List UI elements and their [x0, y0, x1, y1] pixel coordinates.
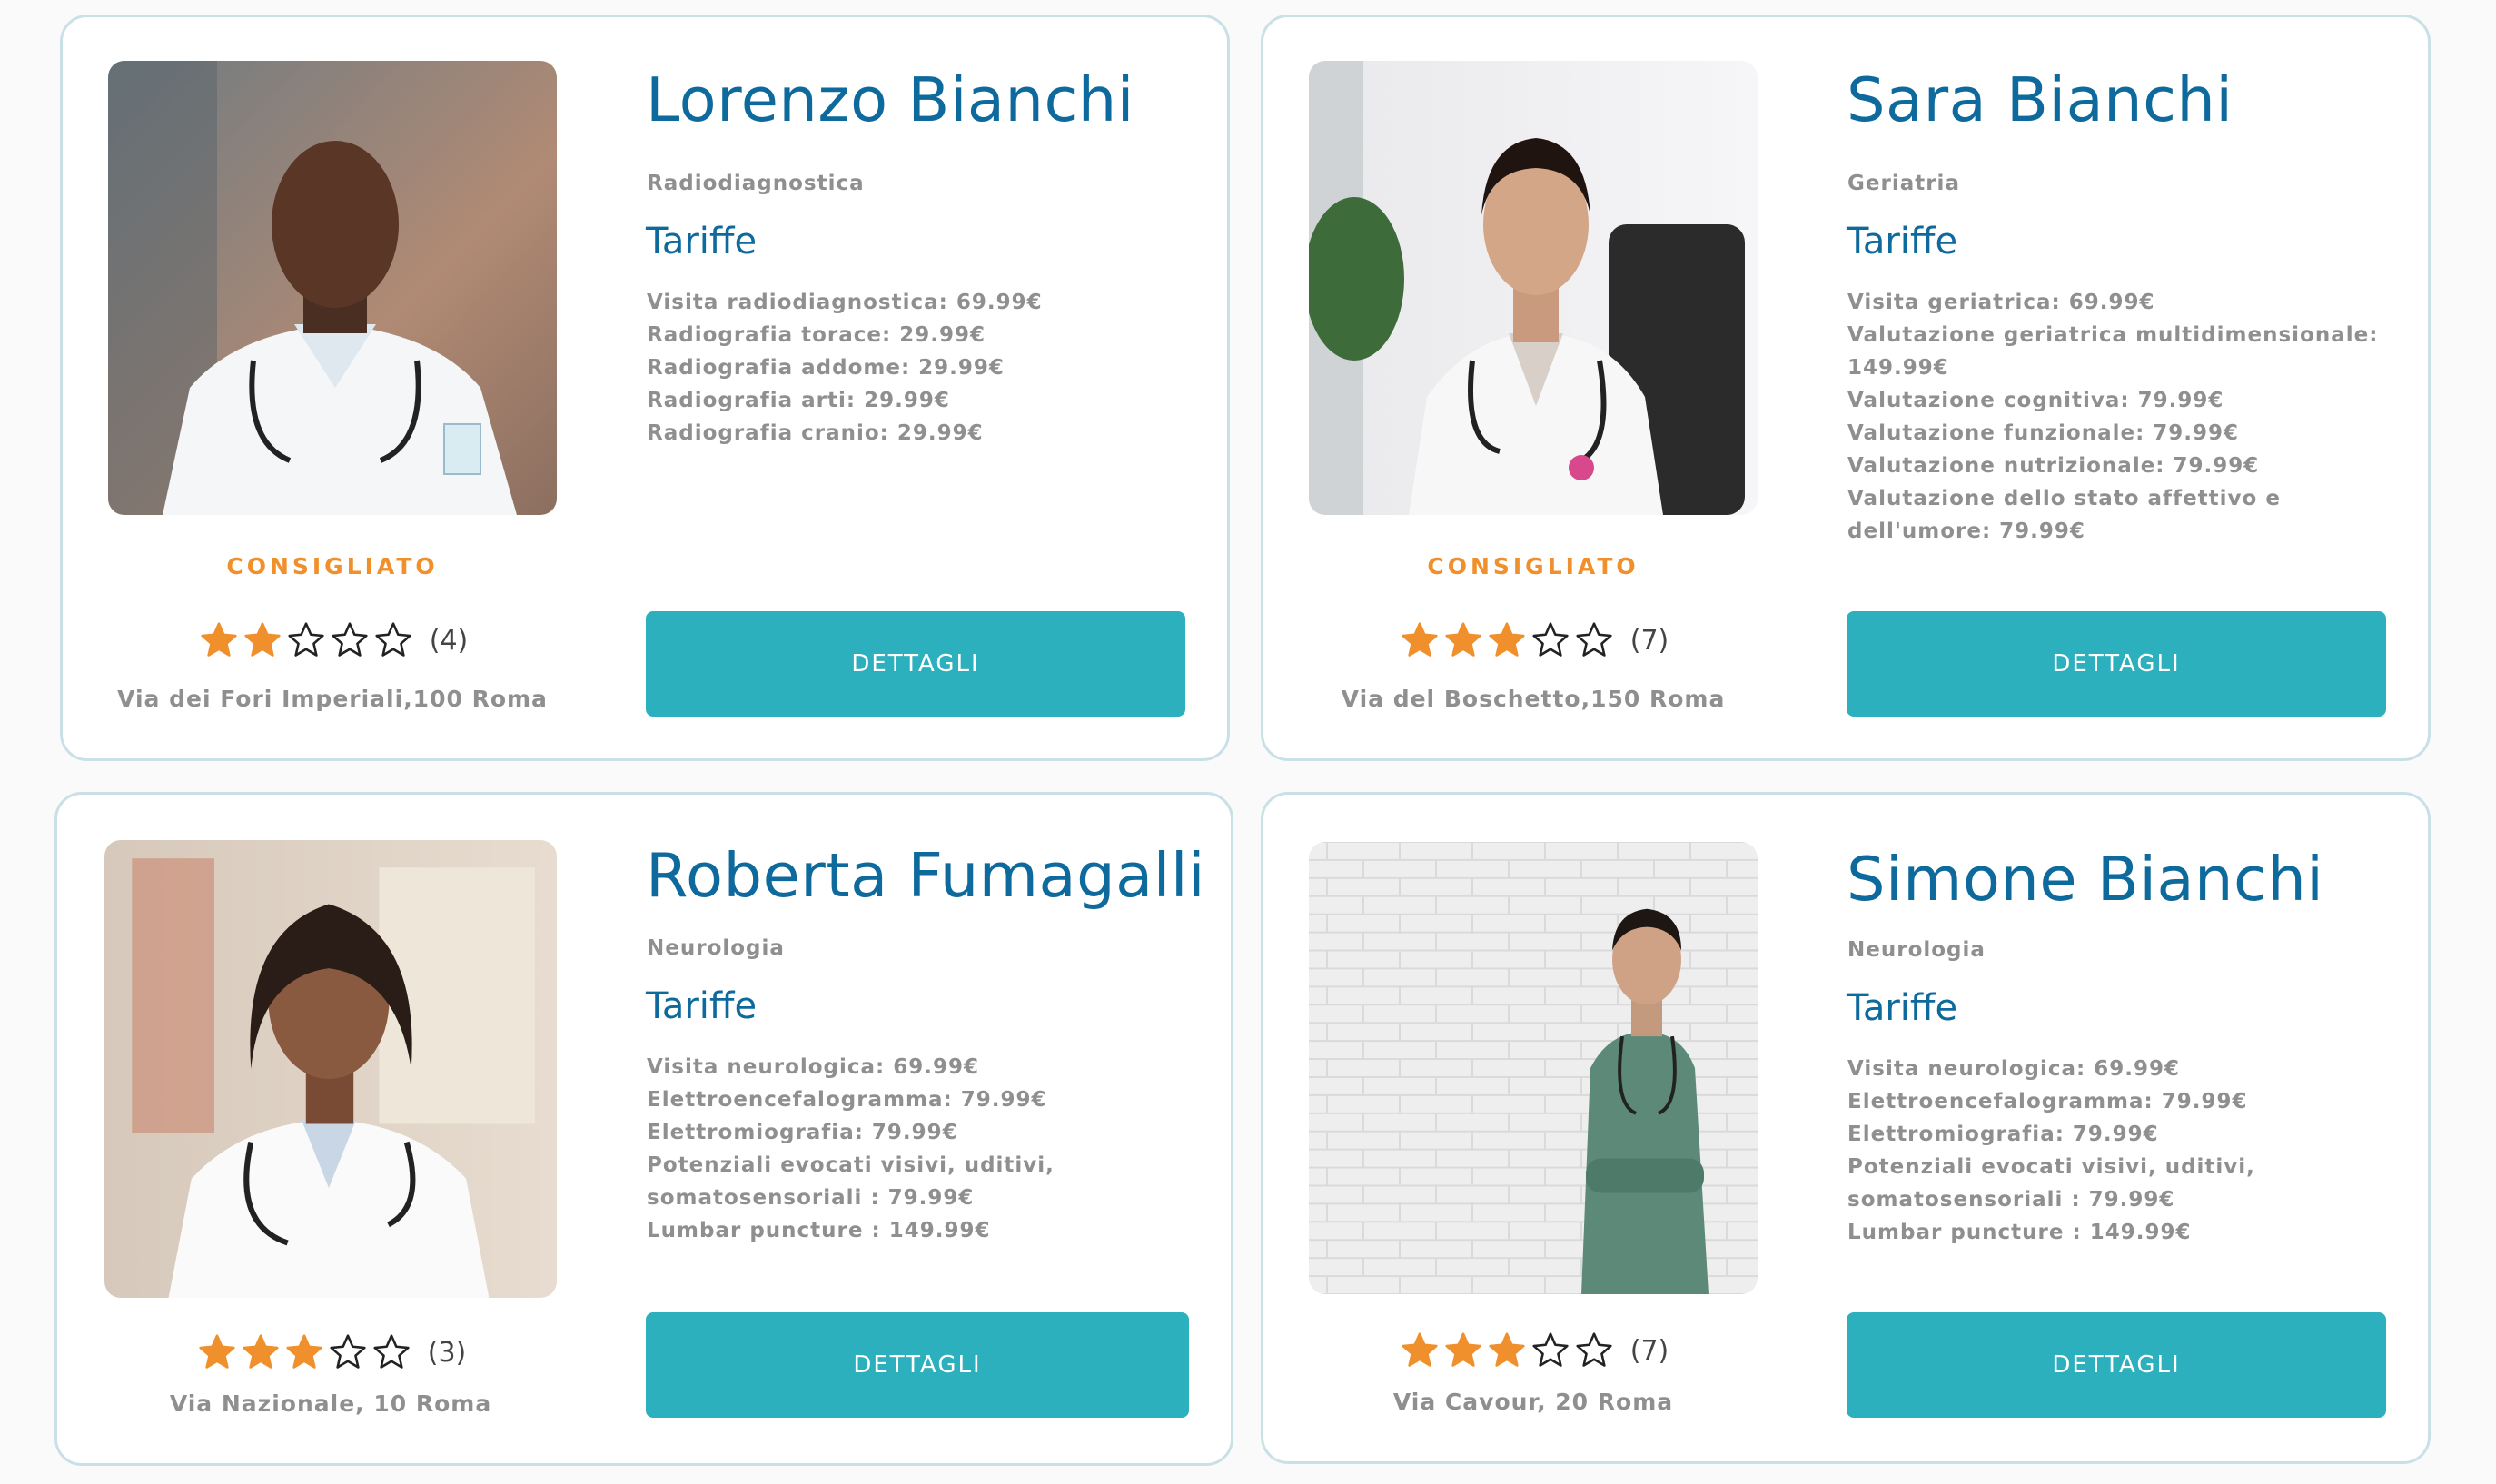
fee-item: Elettroencefalogramma: 79.99€: [1847, 1090, 2248, 1113]
rating-stars: [197, 620, 415, 660]
fee-item: Visita radiodiagnostica: 69.99€: [647, 291, 1043, 314]
fee-list: Visita neurologica: 69.99€ Elettroencefa…: [1847, 1053, 2383, 1249]
details-button[interactable]: DETTAGLI: [646, 611, 1185, 717]
star-filled-icon: [244, 622, 281, 657]
star-filled-icon: [1445, 1332, 1481, 1367]
star-rating: (7): [1309, 620, 1758, 660]
star-filled-icon: [1402, 1332, 1438, 1367]
fee-list: Visita neurologica: 69.99€ Elettroencefa…: [647, 1051, 1183, 1247]
doctor-specialty: Geriatria: [1847, 172, 1960, 195]
fee-list: Visita geriatrica: 69.99€ Valutazione ge…: [1847, 286, 2383, 548]
tariffe-title: Tariffe: [646, 221, 758, 262]
doctor-address: Via dei Fori Imperiali,100 Roma: [117, 686, 548, 712]
fee-item: Elettromiografia: 79.99€: [647, 1121, 958, 1144]
doctor-address: Via del Boschetto,150 Roma: [1341, 686, 1726, 712]
fee-item: Valutazione nutrizionale: 79.99€: [1847, 454, 2260, 478]
doctor-name: Roberta Fumagalli: [646, 840, 1206, 911]
star-outline-icon: [1532, 622, 1569, 657]
star-outline-icon: [1576, 622, 1612, 657]
doctor-card: Sara Bianchi Geriatria Tariffe Visita ge…: [1261, 15, 2431, 761]
fee-item: Radiografia addome: 29.99€: [647, 356, 1005, 380]
fee-item: Potenziali evocati visivi, uditivi, soma…: [1847, 1155, 2255, 1212]
star-outline-icon: [373, 1334, 410, 1369]
review-count: (3): [427, 1336, 467, 1369]
doctor-name: Simone Bianchi: [1847, 844, 2324, 915]
star-outline-icon: [332, 622, 368, 657]
recommended-badge: CONSIGLIATO: [226, 553, 439, 579]
star-filled-icon: [201, 622, 237, 657]
tariffe-title: Tariffe: [1847, 221, 1958, 262]
star-filled-icon: [1489, 622, 1525, 657]
doctor-address: Via Cavour, 20 Roma: [1392, 1389, 1674, 1415]
recommended-badge: CONSIGLIATO: [1427, 553, 1639, 579]
star-filled-icon: [199, 1334, 235, 1369]
fee-item: Elettromiografia: 79.99€: [1847, 1123, 2159, 1146]
rating-stars: [1398, 620, 1616, 660]
details-button[interactable]: DETTAGLI: [1847, 1312, 2386, 1418]
fee-item: Lumbar puncture : 149.99€: [1847, 1221, 2192, 1244]
star-filled-icon: [1402, 622, 1438, 657]
star-outline-icon: [375, 622, 411, 657]
fee-item: Visita neurologica: 69.99€: [647, 1055, 980, 1079]
doctor-photo: [104, 840, 557, 1298]
star-outline-icon: [330, 1334, 366, 1369]
star-filled-icon: [286, 1334, 322, 1369]
star-outline-icon: [1576, 1332, 1612, 1367]
star-filled-icon: [1489, 1332, 1525, 1367]
review-count: (4): [429, 624, 469, 657]
doctor-photo: [1309, 61, 1758, 515]
fee-item: Radiografia cranio: 29.99€: [647, 421, 984, 445]
doctor-address: Via Nazionale, 10 Roma: [169, 1390, 492, 1417]
doctor-specialty: Neurologia: [1847, 938, 1986, 962]
doctor-card: Simone Bianchi Neurologia Tariffe Visita…: [1261, 792, 2431, 1464]
rating-stars: [1398, 1331, 1616, 1370]
star-rating: (4): [108, 620, 557, 660]
star-filled-icon: [1445, 622, 1481, 657]
doctor-card: Roberta Fumagalli Neurologia Tariffe Vis…: [54, 792, 1233, 1466]
details-button[interactable]: DETTAGLI: [1847, 611, 2386, 717]
tariffe-title: Tariffe: [646, 985, 758, 1027]
fee-item: Lumbar puncture : 149.99€: [647, 1219, 991, 1242]
fee-item: Valutazione dello stato affettivo e dell…: [1847, 487, 2281, 543]
details-button[interactable]: DETTAGLI: [646, 1312, 1189, 1418]
doctor-name: Sara Bianchi: [1847, 64, 2234, 135]
fee-item: Valutazione funzionale: 79.99€: [1847, 421, 2240, 445]
star-outline-icon: [1532, 1332, 1569, 1367]
fee-item: Radiografia arti: 29.99€: [647, 389, 950, 412]
star-rating: (7): [1309, 1331, 1758, 1370]
doctor-specialty: Neurologia: [647, 936, 785, 960]
fee-item: Visita geriatrica: 69.99€: [1847, 291, 2155, 314]
star-outline-icon: [288, 622, 324, 657]
review-count: (7): [1629, 624, 1669, 657]
fee-item: Radiografia torace: 29.99€: [647, 323, 986, 347]
star-rating: (3): [104, 1332, 557, 1372]
doctor-specialty: Radiodiagnostica: [647, 172, 865, 195]
fee-item: Valutazione geriatrica multidimensionale…: [1847, 323, 2379, 380]
fee-item: Elettroencefalogramma: 79.99€: [647, 1088, 1047, 1112]
doctor-photo: [108, 61, 557, 515]
rating-stars: [195, 1332, 413, 1372]
fee-item: Visita neurologica: 69.99€: [1847, 1057, 2181, 1081]
doctor-card: Lorenzo Bianchi Radiodiagnostica Tariffe…: [60, 15, 1230, 761]
review-count: (7): [1629, 1334, 1669, 1367]
tariffe-title: Tariffe: [1847, 987, 1958, 1029]
fee-item: Potenziali evocati visivi, uditivi, soma…: [647, 1153, 1055, 1210]
doctor-photo: [1309, 842, 1758, 1294]
fee-item: Valutazione cognitiva: 79.99€: [1847, 389, 2224, 412]
doctor-name: Lorenzo Bianchi: [646, 64, 1134, 135]
fee-list: Visita radiodiagnostica: 69.99€ Radiogra…: [647, 286, 1183, 450]
star-filled-icon: [243, 1334, 279, 1369]
